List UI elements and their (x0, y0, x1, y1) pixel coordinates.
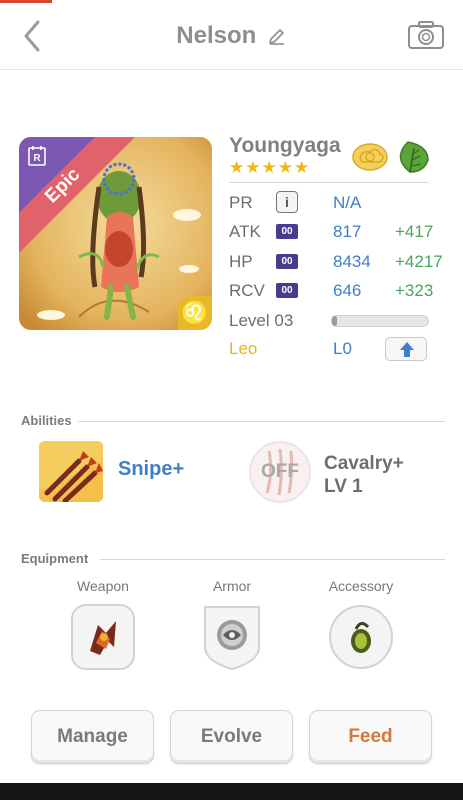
passive-off-label: OFF (261, 461, 299, 482)
weapon-slot-icon (71, 604, 135, 670)
feed-button[interactable]: Feed (309, 710, 432, 764)
atk-bonus: +417 (395, 222, 434, 241)
active-ability-icon[interactable] (39, 441, 103, 502)
equipment-divider (100, 559, 445, 560)
armor-slot[interactable] (199, 603, 265, 671)
leaf-element-icon (399, 141, 429, 173)
element-icons (352, 141, 429, 173)
unit-name: Youngyaga (229, 134, 341, 157)
pencil-icon (268, 29, 284, 45)
stat-row-atk: ATK 00 817 +417 (229, 220, 439, 244)
level-label: Level 03 (229, 311, 294, 330)
stat-row-pr: PR i N/A (229, 191, 439, 215)
accessory-label: Accessory (328, 578, 394, 594)
edit-name-button[interactable] (267, 26, 287, 46)
atk-plus-badge: 00 (276, 224, 298, 239)
rarity-r-icon: R (28, 146, 46, 166)
active-ability-name[interactable]: Snipe+ (118, 458, 184, 481)
equipment-section-label: Equipment (21, 551, 89, 566)
rcv-bonus: +323 (395, 281, 434, 300)
title-wrap: Nelson (0, 22, 463, 50)
pr-value: N/A (333, 193, 362, 212)
stat-row-level: Level 03 (229, 309, 439, 333)
evolve-button[interactable]: Evolve (170, 710, 293, 764)
level-progress-fill (332, 316, 337, 326)
weapon-slot[interactable] (70, 603, 136, 671)
stat-row-rcv: RCV 00 646 +323 (229, 279, 439, 303)
zodiac-level: L0 (333, 339, 352, 358)
rcv-label: RCV (229, 281, 265, 300)
unit-portrait[interactable]: Epic R ♌ (19, 137, 212, 330)
hp-label: HP (229, 252, 253, 271)
accessory-slot[interactable] (328, 603, 394, 671)
hp-plus-badge: 00 (276, 254, 298, 269)
passive-ability-name: Cavalry+ LV 1 (324, 452, 404, 498)
top-accent-strip (0, 0, 52, 3)
arrow-up-icon (400, 342, 414, 357)
hp-bonus: +4217 (395, 252, 443, 271)
stats-divider (229, 182, 428, 183)
accessory-slot-icon (329, 605, 393, 669)
zodiac-label: Leo (229, 339, 258, 358)
passive-name-line1: Cavalry+ (324, 453, 404, 474)
rarity-letter: R (33, 153, 41, 164)
snipe-arrows-icon (39, 441, 103, 502)
armor-slot-icon (204, 606, 260, 671)
zodiac-upgrade-button[interactable] (385, 337, 427, 361)
rcv-value: 646 (333, 281, 362, 300)
rcv-plus-badge: 00 (276, 283, 298, 298)
armor-label: Armor (212, 578, 252, 594)
page-title: Nelson (176, 22, 257, 49)
passive-name-line2: LV 1 (324, 476, 363, 497)
top-bar: Nelson (0, 0, 463, 70)
camera-icon (408, 21, 444, 49)
stat-row-zodiac: Leo L0 (229, 337, 439, 361)
info-button[interactable]: i (276, 191, 298, 213)
atk-label: ATK (229, 222, 261, 241)
bottom-bar (0, 783, 463, 800)
camera-button[interactable] (407, 20, 445, 50)
manage-button[interactable]: Manage (31, 710, 154, 764)
pr-label: PR (229, 193, 253, 212)
abilities-divider (78, 421, 445, 422)
star-rating: ★★★★★ (229, 158, 311, 177)
hp-value: 8434 (333, 252, 371, 271)
leo-zodiac-icon: ♌ (178, 296, 212, 330)
stat-row-hp: HP 00 8434 +4217 (229, 250, 443, 274)
passive-ability-icon[interactable]: OFF (249, 441, 311, 503)
atk-value: 817 (333, 222, 362, 241)
weapon-label: Weapon (77, 578, 129, 594)
cloud-element-icon (352, 143, 388, 171)
level-progress-bar (331, 315, 429, 327)
abilities-section-label: Abilities (21, 413, 72, 428)
